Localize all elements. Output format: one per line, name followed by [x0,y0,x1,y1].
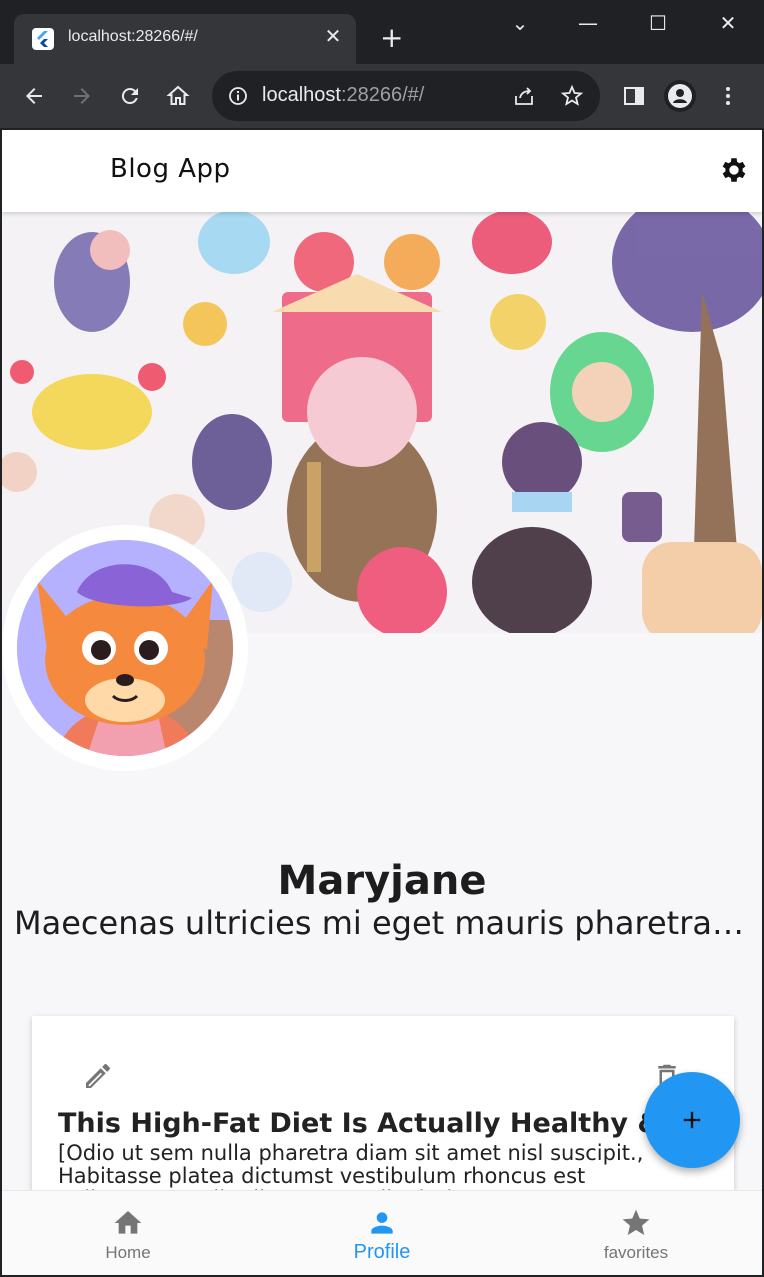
minimize-icon[interactable]: — [568,8,608,38]
tab-search-icon[interactable]: ⌄ [500,8,540,38]
browser-tab[interactable]: localhost:28266/#/ ✕ [14,14,356,64]
profile-name: Maryjane [277,858,487,904]
star-icon [622,1209,650,1235]
browser-tabstrip: localhost:28266/#/ ✕ + ⌄ — ☐ ✕ [0,0,764,64]
maximize-icon[interactable]: ☐ [638,8,678,38]
avatar-ring [2,525,248,771]
nav-label-profile: Profile [353,1241,411,1263]
person-icon [371,1212,393,1234]
site-info-icon[interactable] [228,86,248,106]
address-bar[interactable]: localhost:28266/#/ [212,71,600,121]
tab-title: localhost:28266/#/ [68,28,198,45]
reload-icon[interactable] [114,80,146,112]
bookmark-star-icon[interactable] [560,84,584,112]
add-post-button[interactable] [644,1072,740,1168]
browser-toolbar: localhost:28266/#/ [0,64,764,128]
side-panel-icon[interactable] [618,80,650,112]
browser-menu-icon[interactable] [712,80,744,112]
avatar[interactable] [17,540,233,756]
flutter-favicon-icon [32,28,54,50]
home-icon [114,1211,142,1234]
nav-item-profile[interactable]: Profile [302,1191,462,1275]
url-text: localhost:28266/#/ [262,84,425,106]
share-icon[interactable] [512,84,536,112]
window-close-icon[interactable]: ✕ [708,8,748,38]
app-viewport: Blog App Maryjane Maecenas ultricies mi … [2,130,762,1275]
bottom-navigation: Home Profile favorites [2,1190,762,1275]
nav-item-home[interactable]: Home [48,1191,208,1275]
settings-gear-icon[interactable] [718,154,750,186]
nav-label-favorites: favorites [603,1243,669,1262]
app-bar: Blog App [2,130,762,212]
add-icon [683,1111,701,1129]
home-browser-icon[interactable] [162,80,194,112]
profile-bio: Maecenas ultricies mi eget mauris pharet… [14,904,750,942]
nav-label-home: Home [105,1243,151,1262]
app-title: Blog App [110,154,231,184]
forward-icon[interactable] [66,80,98,112]
nav-item-favorites[interactable]: favorites [556,1191,716,1275]
edit-pencil-icon[interactable] [82,1060,114,1092]
new-tab-icon[interactable]: + [380,24,403,52]
profile-avatar-icon[interactable] [664,80,696,112]
tab-close-icon[interactable]: ✕ [322,24,344,48]
post-title: This High-Fat Diet Is Actually Healthy &… [58,1108,718,1139]
back-icon[interactable] [18,80,50,112]
